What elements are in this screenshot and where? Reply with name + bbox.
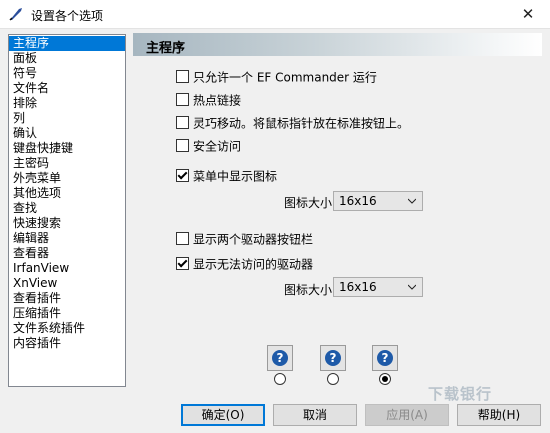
svg-text:?: ?	[277, 351, 284, 365]
help-style-radio-2[interactable]	[327, 373, 339, 385]
help-icon: ?	[272, 350, 288, 366]
help-button[interactable]: 帮助(H)	[457, 404, 541, 426]
chevron-down-icon	[408, 198, 416, 204]
checkbox-label: 只允许一个 EF Commander 运行	[193, 70, 377, 85]
help-style-button-1[interactable]: ?	[267, 345, 293, 371]
sidebar-item-other-options[interactable]: 其他选项	[9, 186, 125, 201]
svg-text:?: ?	[330, 351, 337, 365]
sidebar-item-packer-plugins[interactable]: 压缩插件	[9, 306, 125, 321]
help-style-radio-1[interactable]	[274, 373, 286, 385]
smart-move-checkbox[interactable]: 灵巧移动。将鼠标指针放在标准按钮上。	[176, 116, 409, 132]
checkbox-label: 热点链接	[193, 93, 242, 108]
icon-size-select-menu[interactable]: 16x16	[333, 191, 423, 211]
select-value: 16x16	[339, 194, 377, 208]
watermark: 下载银行	[428, 385, 493, 403]
icon-size-label-drives: 图标大小	[284, 283, 333, 297]
drive-icon-size-select[interactable]: 16x16	[333, 277, 423, 297]
sidebar-item-filesystem-plugins[interactable]: 文件系统插件	[9, 321, 125, 336]
checkbox-label: 菜单中显示图标	[193, 169, 278, 184]
help-icon: ?	[377, 350, 393, 366]
checkbox-label: 灵巧移动。将鼠标指针放在标准按钮上。	[193, 116, 410, 131]
sidebar-item-viewer[interactable]: 查看器	[9, 246, 125, 261]
checkbox-label: 显示两个驱动器按钮栏	[193, 232, 314, 247]
sidebar-item-filenames[interactable]: 文件名	[9, 81, 125, 96]
icon-size-label: 图标大小	[284, 196, 333, 210]
show-inaccessible-drives-checkbox[interactable]: 显示无法访问的驱动器	[176, 257, 313, 273]
checkbox-box[interactable]	[176, 116, 189, 129]
window-title: 设置各个选项	[31, 9, 104, 23]
checkbox-label: 显示无法访问的驱动器	[193, 257, 314, 272]
help-style-radio-3[interactable]	[379, 373, 391, 385]
sidebar-item-viewer-plugins[interactable]: 查看插件	[9, 291, 125, 306]
help-style-button-3[interactable]: ?	[372, 345, 398, 371]
ok-button[interactable]: 确定(O)	[181, 404, 265, 426]
cancel-button[interactable]: 取消	[273, 404, 357, 426]
sidebar-item-confirm[interactable]: 确认	[9, 126, 125, 141]
svg-text:?: ?	[382, 351, 389, 365]
checkbox-box[interactable]	[176, 139, 189, 152]
sidebar-item-panels[interactable]: 面板	[9, 51, 125, 66]
checkbox-box[interactable]	[176, 169, 189, 182]
show-two-drive-bars-checkbox[interactable]: 显示两个驱动器按钮栏	[176, 232, 313, 248]
checkbox-label: 安全访问	[193, 139, 242, 154]
apply-button[interactable]: 应用(A)	[365, 404, 449, 426]
sidebar-item-columns[interactable]: 列	[9, 111, 125, 126]
checkbox-box[interactable]	[176, 257, 189, 270]
checkbox-box[interactable]	[176, 93, 189, 106]
help-style-button-2[interactable]: ?	[320, 345, 346, 371]
panel-header: 主程序	[133, 33, 542, 56]
sidebar-item-xnview[interactable]: XnView	[9, 276, 125, 291]
sidebar-item-shell-menu[interactable]: 外壳菜单	[9, 171, 125, 186]
sidebar-item-shortcuts[interactable]: 键盘快捷键	[9, 141, 125, 156]
sidebar-item-symbols[interactable]: 符号	[9, 66, 125, 81]
single-instance-checkbox[interactable]: 只允许一个 EF Commander 运行	[176, 70, 377, 86]
sidebar-item-exclude[interactable]: 排除	[9, 96, 125, 111]
secure-access-checkbox[interactable]: 安全访问	[176, 139, 241, 155]
show-icons-in-menu-checkbox[interactable]: 菜单中显示图标	[176, 169, 277, 185]
select-value: 16x16	[339, 280, 377, 294]
sidebar-item-master-password[interactable]: 主密码	[9, 156, 125, 171]
sidebar-item-find[interactable]: 查找	[9, 201, 125, 216]
help-icon: ?	[325, 350, 341, 366]
sidebar-item-editor[interactable]: 编辑器	[9, 231, 125, 246]
close-button[interactable]: ✕	[506, 0, 550, 28]
quill-app-icon	[9, 8, 22, 21]
panel-title: 主程序	[146, 41, 186, 56]
checkbox-box[interactable]	[176, 232, 189, 245]
sidebar-item-irfanview[interactable]: IrfanView	[9, 261, 125, 276]
sidebar-list[interactable]: 主程序 面板 符号 文件名 排除 列 确认 键盘快捷键 主密码 外壳菜单 其他选…	[8, 34, 126, 387]
sidebar-item-quick-search[interactable]: 快速搜索	[9, 216, 125, 231]
chevron-down-icon	[408, 284, 416, 290]
sidebar-item-content-plugins[interactable]: 内容插件	[9, 336, 125, 351]
checkbox-box[interactable]	[176, 70, 189, 83]
sidebar-item-main[interactable]: 主程序	[9, 36, 125, 51]
title-bar: 设置各个选项 ✕	[0, 0, 550, 29]
hotspot-links-checkbox[interactable]: 热点链接	[176, 93, 241, 109]
